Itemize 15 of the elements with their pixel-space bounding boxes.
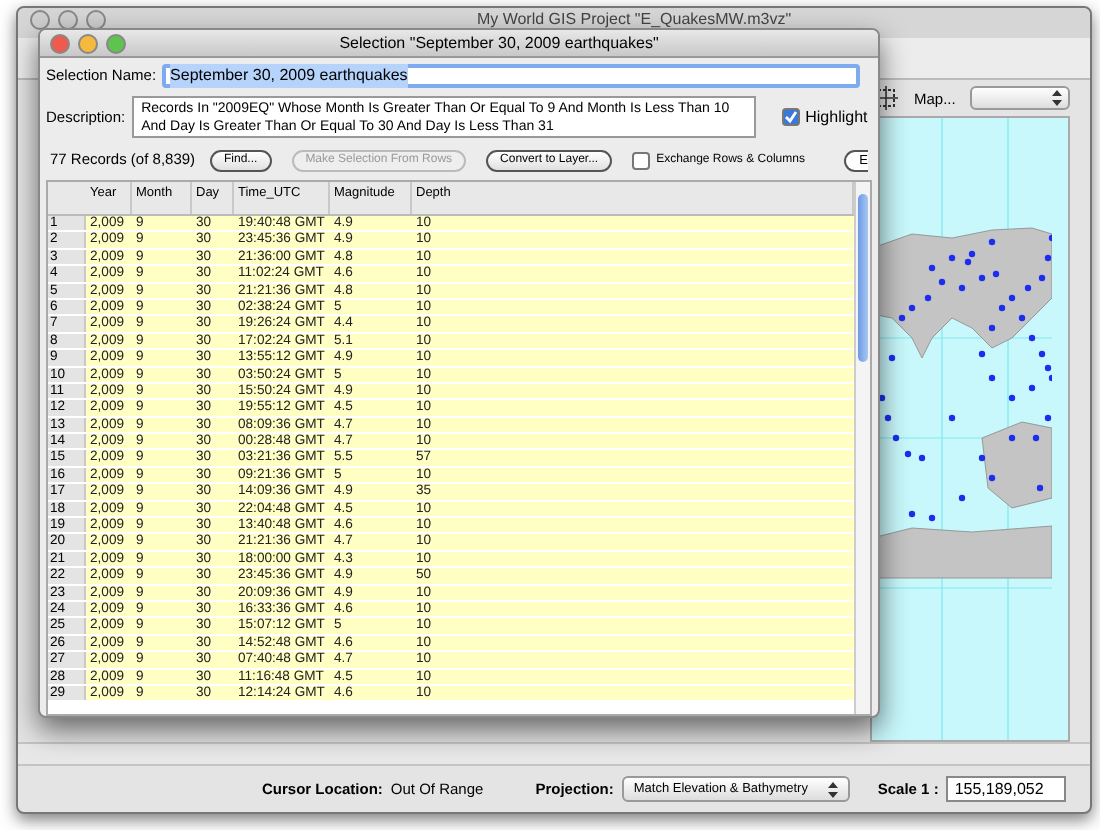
selection-tool-icon[interactable]: [874, 86, 898, 111]
checkbox[interactable]: [632, 151, 651, 169]
stepper-arrows-icon: [827, 781, 838, 798]
map-dropdown[interactable]: [970, 86, 1070, 111]
checkmark-icon: [783, 110, 798, 124]
highlight-label: Highlight: [805, 105, 868, 129]
stepper-arrows-icon: [1052, 90, 1062, 107]
checkbox[interactable]: [781, 108, 800, 126]
dialog-title: Selection "September 30, 2009 earthquakes": [337, 31, 661, 55]
window-title: My World GIS Project "E_QuakesMW.m3vz": [474, 10, 794, 28]
splitter-bar[interactable]: [18, 742, 1090, 767]
scrollbar[interactable]: [854, 182, 870, 714]
selection-name-field[interactable]: September 30, 2009 earthquakes: [162, 64, 861, 88]
scrollbar-thumb[interactable]: [858, 194, 868, 362]
scale-field[interactable]: 155,189,052: [946, 776, 1067, 803]
